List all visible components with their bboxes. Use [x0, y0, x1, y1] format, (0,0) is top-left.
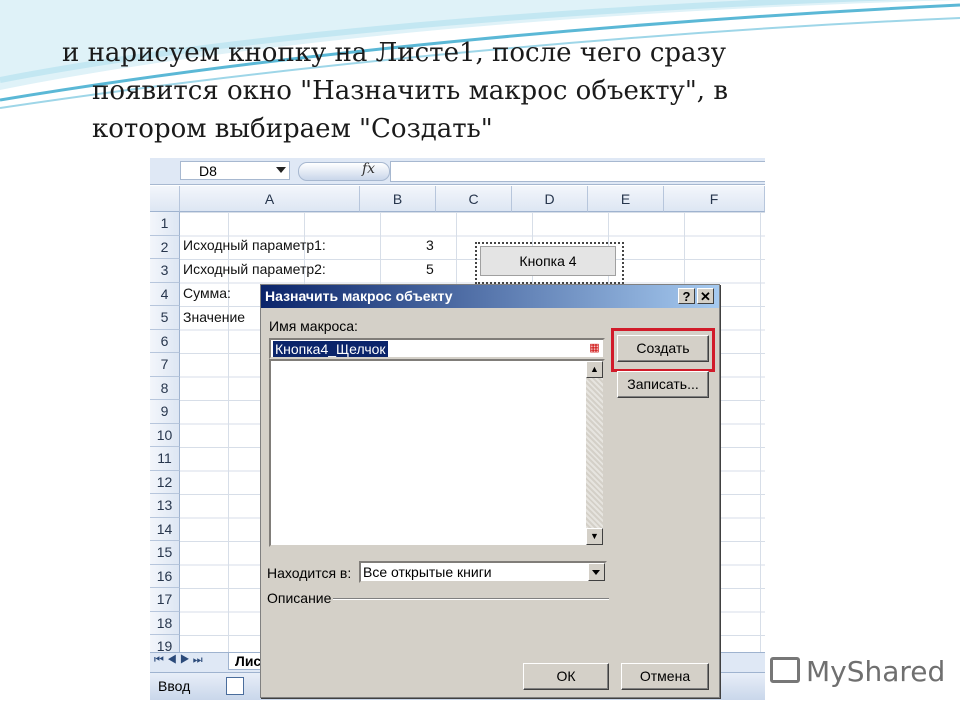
row-header[interactable]: 8 — [150, 376, 180, 400]
ok-button[interactable]: ОК — [523, 663, 609, 690]
assign-macro-dialog: Назначить макрос объекту ? ✕ Имя макроса… — [260, 284, 720, 698]
cell-b2[interactable]: 3 — [426, 237, 434, 253]
row-header[interactable]: 17 — [150, 588, 180, 612]
row-header[interactable]: 3 — [150, 259, 180, 283]
create-button[interactable]: Создать — [617, 335, 709, 362]
scroll-down-icon[interactable]: ▼ — [586, 528, 603, 545]
macro-record-icon[interactable] — [226, 677, 244, 695]
sheet-button-knopka4[interactable]: Кнопка 4 — [480, 246, 616, 276]
column-header-f[interactable]: F — [664, 186, 765, 212]
description-divider — [333, 598, 609, 600]
column-header-c[interactable]: C — [436, 186, 512, 212]
name-box-dropdown-icon[interactable] — [276, 167, 286, 173]
macro-list-scrollbar[interactable]: ▲ ▼ — [586, 361, 603, 545]
column-header-a[interactable]: A — [180, 186, 360, 212]
cell-a4[interactable]: Сумма: — [183, 285, 231, 301]
macro-name-value: Кнопка4_Щелчок — [273, 341, 388, 357]
close-button[interactable]: ✕ — [697, 288, 714, 304]
caption-line-2: появится окно "Назначить макрос объекту"… — [92, 76, 728, 106]
macro-name-field[interactable]: Кнопка4_Щелчок ▦ — [269, 338, 605, 359]
row-header[interactable]: 2 — [150, 235, 180, 259]
presentation-icon — [770, 657, 800, 683]
row-header[interactable]: 13 — [150, 494, 180, 518]
row-header[interactable]: 12 — [150, 470, 180, 494]
row-header[interactable]: 15 — [150, 541, 180, 565]
collapse-dialog-icon[interactable]: ▦ — [587, 341, 602, 356]
macro-name-label: Имя макроса: — [269, 318, 358, 334]
name-box[interactable]: D8 — [180, 161, 290, 180]
row-header[interactable]: 18 — [150, 611, 180, 635]
cell-a2[interactable]: Исходный параметр1: — [183, 237, 326, 253]
scroll-up-icon[interactable]: ▲ — [586, 361, 603, 378]
formula-bar: D8 fx — [150, 158, 765, 185]
row-header[interactable]: 7 — [150, 353, 180, 377]
caption-line-3: котором выбираем "Создать" — [92, 114, 493, 144]
slide-caption: и нарисуем кнопку на Листе1, после чего … — [62, 34, 922, 148]
record-button[interactable]: Записать... — [617, 371, 709, 398]
cell-b3[interactable]: 5 — [426, 261, 434, 277]
located-in-select[interactable]: Все открытые книги — [359, 561, 607, 583]
row-header[interactable]: 16 — [150, 564, 180, 588]
formula-input[interactable] — [390, 161, 765, 182]
help-button[interactable]: ? — [678, 288, 695, 304]
row-header[interactable]: 10 — [150, 423, 180, 447]
macro-list[interactable]: ▲ ▼ — [269, 359, 605, 547]
status-mode: Ввод — [158, 678, 191, 694]
cell-a3[interactable]: Исходный параметр2: — [183, 261, 326, 277]
row-header[interactable]: 11 — [150, 447, 180, 471]
sheet-nav-icon[interactable]: ⏮ ◀ ▶ ⏭ — [154, 654, 203, 667]
dialog-title-bar[interactable]: Назначить макрос объекту — [261, 285, 719, 308]
cancel-button[interactable]: Отмена — [621, 663, 709, 690]
row-header[interactable]: 1 — [150, 212, 180, 236]
row-header[interactable]: 5 — [150, 306, 180, 330]
row-header[interactable]: 4 — [150, 282, 180, 306]
row-header[interactable]: 9 — [150, 400, 180, 424]
row-header[interactable]: 6 — [150, 329, 180, 353]
formula-bar-grip — [298, 162, 390, 181]
select-all-corner[interactable] — [150, 186, 180, 212]
cell-a5[interactable]: Значение — [183, 309, 245, 325]
located-in-value: Все открытые книги — [363, 564, 492, 580]
dialog-title: Назначить макрос объекту — [265, 288, 453, 304]
fx-icon[interactable]: fx — [362, 161, 375, 177]
dropdown-arrow-icon[interactable] — [588, 563, 605, 581]
located-in-label: Находится в: — [267, 565, 352, 581]
description-label: Описание — [267, 590, 332, 606]
watermark-text: MyShared — [806, 655, 946, 688]
caption-line-1: и нарисуем кнопку на Листе1, после чего … — [62, 38, 727, 68]
column-header-d[interactable]: D — [512, 186, 588, 212]
column-header-b[interactable]: B — [360, 186, 436, 212]
column-header-e[interactable]: E — [588, 186, 664, 212]
row-header[interactable]: 14 — [150, 517, 180, 541]
